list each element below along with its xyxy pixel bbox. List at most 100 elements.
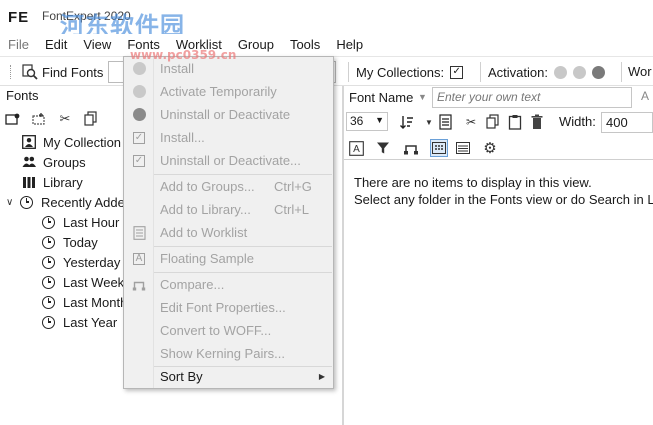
menu-tools[interactable]: Tools xyxy=(282,34,328,56)
worklist-toolbar-label: Wor xyxy=(628,64,652,79)
title-bar: FE FontExpert 2020 河东软件园 xyxy=(0,0,653,40)
menu-item-add-to-groups[interactable]: Add to Groups... Ctrl+G xyxy=(124,175,333,198)
activation-indicator: Activation: xyxy=(488,61,605,83)
letter-a-box-icon: A xyxy=(132,252,146,266)
tree-item-label: Recently Adde xyxy=(41,194,125,210)
menu-item-uninstall-dialog[interactable]: ✓ Uninstall or Deactivate... xyxy=(124,149,333,172)
tree-item-label: Last Month xyxy=(63,294,128,310)
tree-item-label: Library xyxy=(43,174,83,190)
menu-item-sort-by[interactable]: Sort By ▶ xyxy=(124,365,333,388)
menu-item-activate-temporarily[interactable]: Activate Temporarily xyxy=(124,80,333,103)
activate-icon xyxy=(132,85,146,99)
clock-icon xyxy=(42,275,55,289)
empty-message-line-2: Select any folder in the Fonts view or d… xyxy=(354,192,653,207)
submenu-arrow-icon: ▶ xyxy=(318,372,325,381)
app-logo: FE xyxy=(8,9,30,26)
paste-icon[interactable] xyxy=(506,113,524,131)
menu-item-uninstall-or-deactivate[interactable]: Uninstall or Deactivate xyxy=(124,103,333,126)
chevron-down-icon[interactable]: ∨ xyxy=(6,197,20,208)
find-fonts-button[interactable]: Find Fonts xyxy=(22,61,103,83)
watermark-url: www.pc0359.cn xyxy=(130,48,237,62)
svg-text:A: A xyxy=(353,144,360,155)
font-list-pane: Font Name ▼ Enter your own text A 36 ▼ ▼… xyxy=(344,86,653,425)
delete-icon[interactable] xyxy=(528,113,546,131)
font-size-value: 36 xyxy=(350,114,364,128)
activation-label: Activation: xyxy=(488,64,548,80)
list-detail-icon[interactable] xyxy=(436,113,454,131)
menu-bar: File Edit View Fonts Worklist Group Tool… xyxy=(0,34,653,56)
menu-item-add-to-worklist[interactable]: Add to Worklist xyxy=(124,221,333,244)
folder-user-icon[interactable] xyxy=(4,110,22,128)
width-input[interactable]: 400 xyxy=(601,112,653,133)
menu-item-floating-sample[interactable]: A Floating Sample xyxy=(124,247,333,270)
fonts-pane-title: Fonts xyxy=(6,88,39,103)
empty-view-message: There are no items to display in this vi… xyxy=(354,174,653,208)
person-icon xyxy=(22,135,36,149)
letter-a-box-icon[interactable]: A xyxy=(347,139,365,157)
clock-icon xyxy=(20,195,33,209)
sort-order-icon[interactable] xyxy=(398,113,416,131)
toolbar-separator xyxy=(348,62,349,82)
menu-item-convert-to-woff[interactable]: Convert to WOFF... xyxy=(124,319,333,342)
menu-edit[interactable]: Edit xyxy=(37,34,75,56)
font-size-select[interactable]: 36 ▼ xyxy=(346,112,388,131)
find-fonts-label: Find Fonts xyxy=(42,64,104,80)
letter-a-icon[interactable]: A xyxy=(641,89,649,103)
uninstall-icon xyxy=(132,108,146,122)
filter-icon[interactable] xyxy=(374,139,392,157)
menu-view[interactable]: View xyxy=(75,34,119,56)
font-name-row: Font Name ▼ Enter your own text A xyxy=(344,86,653,110)
menu-file[interactable]: File xyxy=(0,34,37,56)
menu-item-compare[interactable]: Compare... xyxy=(124,273,333,296)
compare-icon[interactable] xyxy=(402,139,420,157)
gear-icon[interactable]: ⚙ xyxy=(481,139,499,157)
menu-item-show-kerning-pairs[interactable]: Show Kerning Pairs... xyxy=(124,342,333,365)
chevron-down-icon: ▼ xyxy=(375,115,384,125)
menu-help[interactable]: Help xyxy=(328,34,371,56)
width-label: Width: xyxy=(559,114,596,129)
clock-icon xyxy=(42,215,55,229)
tree-item-label: Yesterday xyxy=(63,254,121,270)
tree-item-label: My Collection xyxy=(43,134,122,150)
clock-icon xyxy=(42,255,55,269)
clock-icon xyxy=(42,315,55,329)
tree-item-label: Last Hour xyxy=(63,214,120,230)
size-toolbar: 36 ▼ ▼ ✂ Width: 400 xyxy=(344,110,653,134)
view-toolbar: A ⚙ xyxy=(344,136,653,160)
books-icon xyxy=(22,175,36,189)
activation-dot-1[interactable] xyxy=(553,65,567,79)
menu-group[interactable]: Group xyxy=(230,34,282,56)
fonts-pane-toolbar: ✂ xyxy=(4,108,100,130)
tree-item-label: Today xyxy=(63,234,98,250)
sort-arrow-icon[interactable]: ▼ xyxy=(418,92,427,102)
shortcut-text: Ctrl+L xyxy=(274,202,310,217)
install-icon xyxy=(132,62,146,76)
find-icon xyxy=(22,64,38,80)
activation-dot-2[interactable] xyxy=(572,65,586,79)
copy-icon[interactable] xyxy=(484,113,502,131)
copy-icon[interactable] xyxy=(82,110,100,128)
add-folder-icon[interactable] xyxy=(30,110,48,128)
list-icon xyxy=(132,225,146,240)
grid-view-icon[interactable] xyxy=(430,139,448,157)
cut-icon[interactable]: ✂ xyxy=(462,113,480,131)
toolbar-separator xyxy=(621,62,622,82)
menu-item-add-to-library[interactable]: Add to Library... Ctrl+L xyxy=(124,198,333,221)
my-collections-toggle[interactable]: My Collections: ✓ xyxy=(356,61,464,83)
clock-icon xyxy=(42,235,55,249)
own-text-input[interactable]: Enter your own text xyxy=(432,87,632,108)
menu-item-edit-font-properties[interactable]: Edit Font Properties... xyxy=(124,296,333,319)
table-view-icon[interactable] xyxy=(454,139,472,157)
fonts-menu-dropdown: Install Activate Temporarily Uninstall o… xyxy=(123,56,334,389)
tree-item-label: Last Week xyxy=(63,274,125,290)
font-name-column-label[interactable]: Font Name xyxy=(349,90,413,105)
empty-message-line-1: There are no items to display in this vi… xyxy=(354,175,592,190)
activation-dot-3[interactable] xyxy=(591,65,605,79)
my-collections-label: My Collections: xyxy=(356,64,445,80)
checkbox-icon: ✓ xyxy=(133,131,145,144)
my-collections-checkbox[interactable]: ✓ xyxy=(450,65,464,79)
toolbar-grip[interactable] xyxy=(10,65,13,79)
shortcut-text: Ctrl+G xyxy=(274,179,312,194)
menu-item-install-dialog[interactable]: ✓ Install... xyxy=(124,126,333,149)
cut-icon[interactable]: ✂ xyxy=(56,110,74,128)
